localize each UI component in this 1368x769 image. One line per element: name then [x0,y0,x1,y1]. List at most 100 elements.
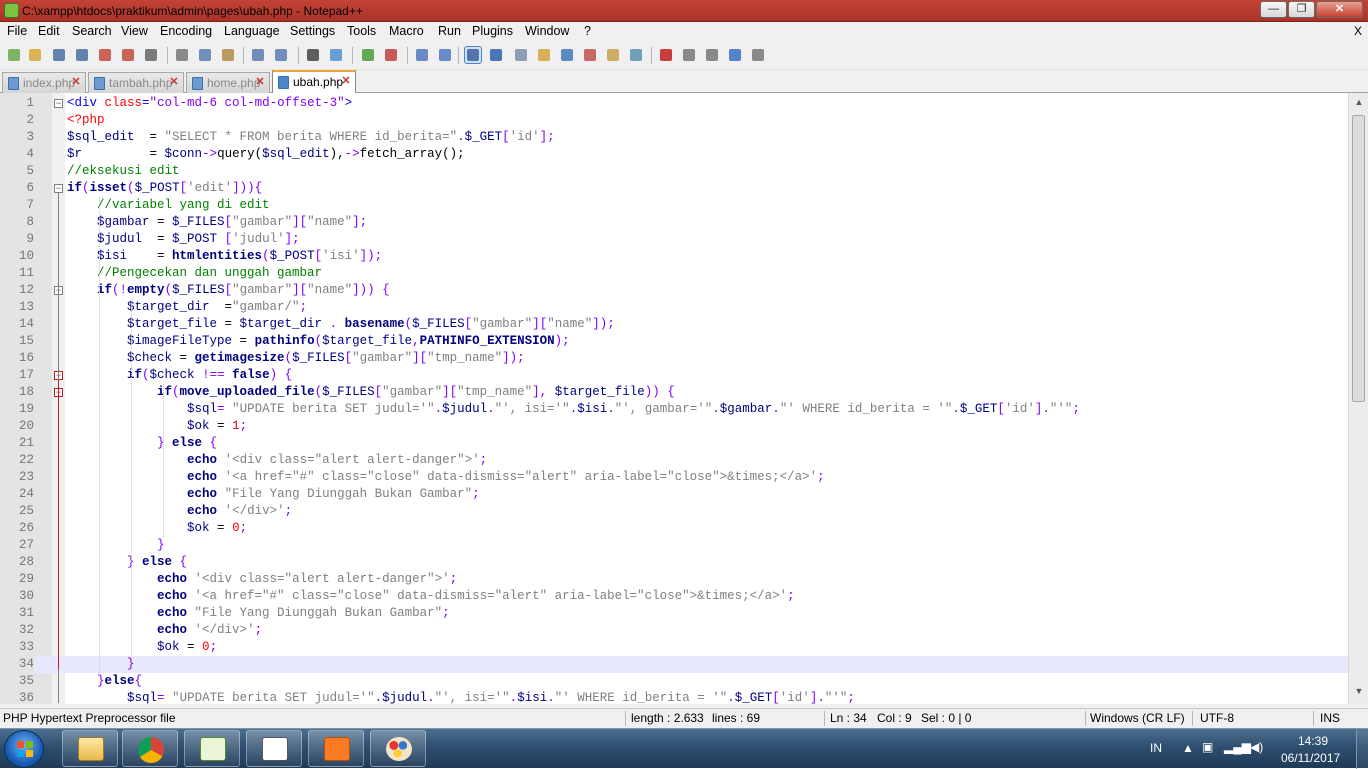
user-language-icon[interactable] [536,47,552,63]
code-line[interactable]: 17 if($check !== false) { [0,367,1348,384]
find-icon[interactable] [305,47,321,63]
paste-icon[interactable] [220,47,236,63]
code-line[interactable]: 20 $ok = 1; [0,418,1348,435]
code-line[interactable]: 36 $sql= "UPDATE berita SET judul='".$ju… [0,690,1348,704]
stop-record-icon[interactable] [681,47,697,63]
code-line[interactable]: 31 echo "File Yang Diunggah Bukan Gambar… [0,605,1348,622]
menu-search[interactable]: Search [72,24,112,38]
menu-language[interactable]: Language [224,24,280,38]
clock-time[interactable]: 14:39 [1298,734,1328,748]
code-line[interactable]: 10 $isi = htmlentities($_POST['isi']); [0,248,1348,265]
close-document-x[interactable]: X [1354,24,1362,38]
menu-plugins[interactable]: Plugins [472,24,513,38]
play-macro-icon[interactable] [704,47,720,63]
code-line[interactable]: 11 //Pengecekan dan unggah gambar [0,265,1348,282]
save-icon[interactable] [51,47,67,63]
code-line[interactable]: 30 echo '<a href="#" class="close" data-… [0,588,1348,605]
taskbar-paint[interactable] [370,730,426,767]
tab-home-php[interactable]: home.php ✕ [186,72,270,93]
clock-date[interactable]: 06/11/2017 [1281,751,1340,765]
network-icon[interactable]: ▂▄▆ [1224,740,1251,754]
word-wrap-icon[interactable] [464,46,482,64]
taskbar-notepad-plus-plus[interactable] [184,730,240,767]
input-language[interactable]: IN [1150,741,1162,755]
folder-workspace-icon[interactable] [605,47,621,63]
menu-tools[interactable]: Tools [347,24,376,38]
minimize-button[interactable]: — [1260,1,1287,18]
volume-icon[interactable]: ◀) [1250,740,1263,754]
code-line[interactable]: 6 if(isset($_POST['edit'])){ [0,180,1348,197]
tab-ubah-php[interactable]: ubah.php ✕ [272,70,356,93]
print-icon[interactable] [143,47,159,63]
menu-help[interactable]: ? [584,24,591,38]
close-all-icon[interactable] [120,47,136,63]
doc-map-icon[interactable] [559,47,575,63]
code-line[interactable]: 18 if(move_uploaded_file($_FILES["gambar… [0,384,1348,401]
menu-edit[interactable]: Edit [38,24,60,38]
zoom-in-icon[interactable] [360,47,376,63]
show-hidden-icons-icon[interactable]: ▲ [1182,741,1194,755]
zoom-out-icon[interactable] [383,47,399,63]
code-editor[interactable]: 1 <div class="col-md-6 col-md-offset-3"> 2… [0,93,1348,704]
tab-close-icon[interactable]: ✕ [168,77,180,89]
code-line[interactable]: 5 //eksekusi edit [0,163,1348,180]
undo-icon[interactable] [250,47,266,63]
title-bar[interactable]: C:\xampp\htdocs\praktikum\admin\pages\ub… [0,0,1368,22]
code-area[interactable]: 1 <div class="col-md-6 col-md-offset-3"> 2… [0,93,1348,704]
code-line[interactable]: 3 $sql_edit = "SELECT * FROM berita WHERE… [0,129,1348,146]
scroll-up-icon[interactable]: ▲ [1353,97,1365,109]
code-line[interactable]: 21 } else { [0,435,1348,452]
code-line[interactable]: 28 } else { [0,554,1348,571]
menu-file[interactable]: File [7,24,27,38]
new-file-icon[interactable] [6,47,22,63]
code-line[interactable]: 4 $r = $conn->query($sql_edit),->fetch_ar… [0,146,1348,163]
tab-close-icon[interactable]: ✕ [70,77,82,89]
code-line[interactable]: 8 $gambar = $_FILES["gambar"]["name"]; [0,214,1348,231]
menu-encoding[interactable]: Encoding [160,24,212,38]
show-desktop-button[interactable] [1356,729,1368,769]
save-all-icon[interactable] [74,47,90,63]
taskbar-file-explorer[interactable] [62,730,118,767]
taskbar-xampp[interactable] [308,730,364,767]
code-line[interactable]: 33 $ok = 0; [0,639,1348,656]
code-line[interactable]: 24 echo "File Yang Diunggah Bukan Gambar… [0,486,1348,503]
code-line[interactable]: 7 //variabel yang di edit [0,197,1348,214]
code-line[interactable]: 35 }else{ [0,673,1348,690]
cut-icon[interactable] [174,47,190,63]
menu-run[interactable]: Run [438,24,461,38]
copy-icon[interactable] [197,47,213,63]
redo-icon[interactable] [273,47,289,63]
code-line[interactable]: 12 if(!empty($_FILES["gambar"]["name"]))… [0,282,1348,299]
replace-icon[interactable] [328,47,344,63]
menu-window[interactable]: Window [525,24,569,38]
open-file-icon[interactable] [27,47,43,63]
code-line[interactable]: 32 echo '</div>'; [0,622,1348,639]
code-line[interactable]: 22 echo '<div class="alert alert-danger"… [0,452,1348,469]
tab-close-icon[interactable]: ✕ [254,77,266,89]
monitoring-icon[interactable] [628,47,644,63]
code-line[interactable]: 1 <div class="col-md-6 col-md-offset-3"> [0,95,1348,112]
code-line[interactable]: 26 $ok = 0; [0,520,1348,537]
fold-toggle-icon[interactable]: − [54,184,63,193]
close-button[interactable]: ✕ [1316,1,1363,18]
menu-view[interactable]: View [121,24,148,38]
sync-vertical-icon[interactable] [414,47,430,63]
code-line[interactable]: 13 $target_dir ="gambar/"; [0,299,1348,316]
restore-button[interactable]: ❐ [1288,1,1315,18]
code-line[interactable]: 19 $sql= "UPDATE berita SET judul='".$ju… [0,401,1348,418]
taskbar-chrome[interactable] [122,730,178,767]
code-line[interactable]: 27 } [0,537,1348,554]
indent-guide-icon[interactable] [513,47,529,63]
code-line[interactable]: 16 $check = getimagesize($_FILES["gambar… [0,350,1348,367]
record-macro-icon[interactable] [658,47,674,63]
code-line[interactable]: 34 } [0,656,1348,673]
function-list-icon[interactable] [582,47,598,63]
code-line[interactable]: 14 $target_file = $target_dir . basename… [0,316,1348,333]
tab-tambah-php[interactable]: tambah.php ✕ [88,72,184,93]
taskbar-notepad[interactable] [246,730,302,767]
start-button[interactable] [4,730,44,768]
device-icon[interactable]: ▣ [1202,740,1213,754]
sync-horizontal-icon[interactable] [437,47,453,63]
code-line[interactable]: 2 <?php [0,112,1348,129]
menu-macro[interactable]: Macro [389,24,424,38]
